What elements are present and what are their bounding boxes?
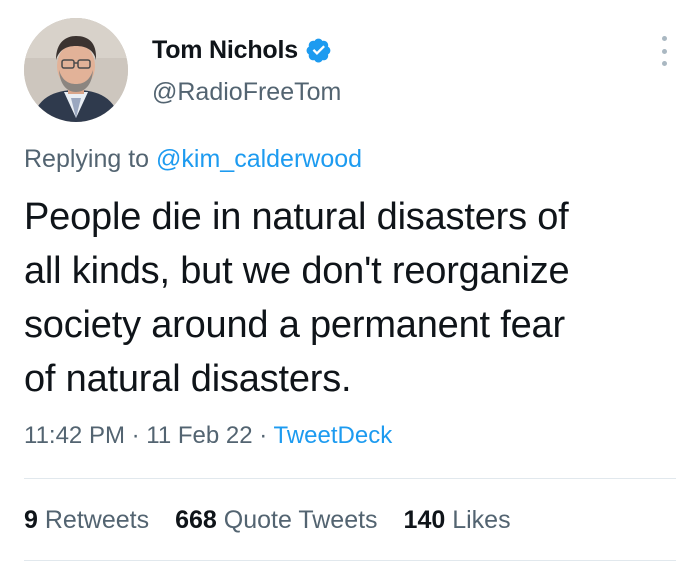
retweets-count: 9	[24, 506, 38, 534]
meta-separator: ·	[124, 422, 147, 449]
avatar[interactable]	[24, 18, 128, 122]
tweet-date[interactable]: 11 Feb 22	[146, 422, 252, 449]
dot	[661, 48, 667, 54]
more-options-icon[interactable]	[658, 36, 670, 66]
tweet-text-line: People die in natural disasters of	[24, 196, 569, 238]
tweet-text: People die in natural disasters of all k…	[24, 190, 684, 406]
tweet-time[interactable]: 11:42 PM	[24, 422, 125, 449]
retweets-stat[interactable]: 9 Retweets	[24, 506, 149, 535]
verified-badge-icon	[306, 38, 331, 63]
author-name-row: Tom Nichols	[152, 34, 332, 66]
divider	[24, 560, 676, 561]
quote-tweets-stat[interactable]: 668 Quote Tweets	[175, 506, 377, 535]
tweet-card: Tom Nichols @RadioFreeTom Replying to @k…	[0, 0, 700, 566]
likes-stat[interactable]: 140 Likes	[404, 506, 511, 535]
display-name[interactable]: Tom Nichols	[152, 36, 298, 65]
tweet-meta: 11:42 PM · 11 Feb 22 · TweetDeck	[24, 422, 392, 450]
author-handle[interactable]: @RadioFreeTom	[152, 78, 341, 107]
likes-count: 140	[403, 506, 446, 534]
avatar-image	[24, 18, 128, 122]
quote-tweets-label: Quote Tweets	[223, 506, 378, 534]
replying-to: Replying to @kim_calderwood	[24, 145, 362, 174]
divider	[24, 478, 676, 479]
tweet-text-line: society around a permanent fear	[24, 304, 565, 346]
tweet-text-line: of natural disasters.	[24, 358, 352, 400]
tweet-source-link[interactable]: TweetDeck	[274, 422, 393, 449]
tweet-stats: 9 Retweets 668 Quote Tweets 140 Likes	[24, 506, 511, 535]
replying-to-prefix: Replying to	[24, 145, 157, 173]
tweet-text-line: all kinds, but we don't reorganize	[24, 250, 570, 292]
quote-tweets-count: 668	[175, 506, 217, 534]
dot	[661, 61, 667, 66]
likes-label: Likes	[452, 506, 511, 534]
meta-separator: ·	[252, 422, 274, 449]
dot	[661, 36, 667, 41]
retweets-label: Retweets	[44, 506, 150, 534]
reply-mention-link[interactable]: @kim_calderwood	[156, 145, 362, 173]
